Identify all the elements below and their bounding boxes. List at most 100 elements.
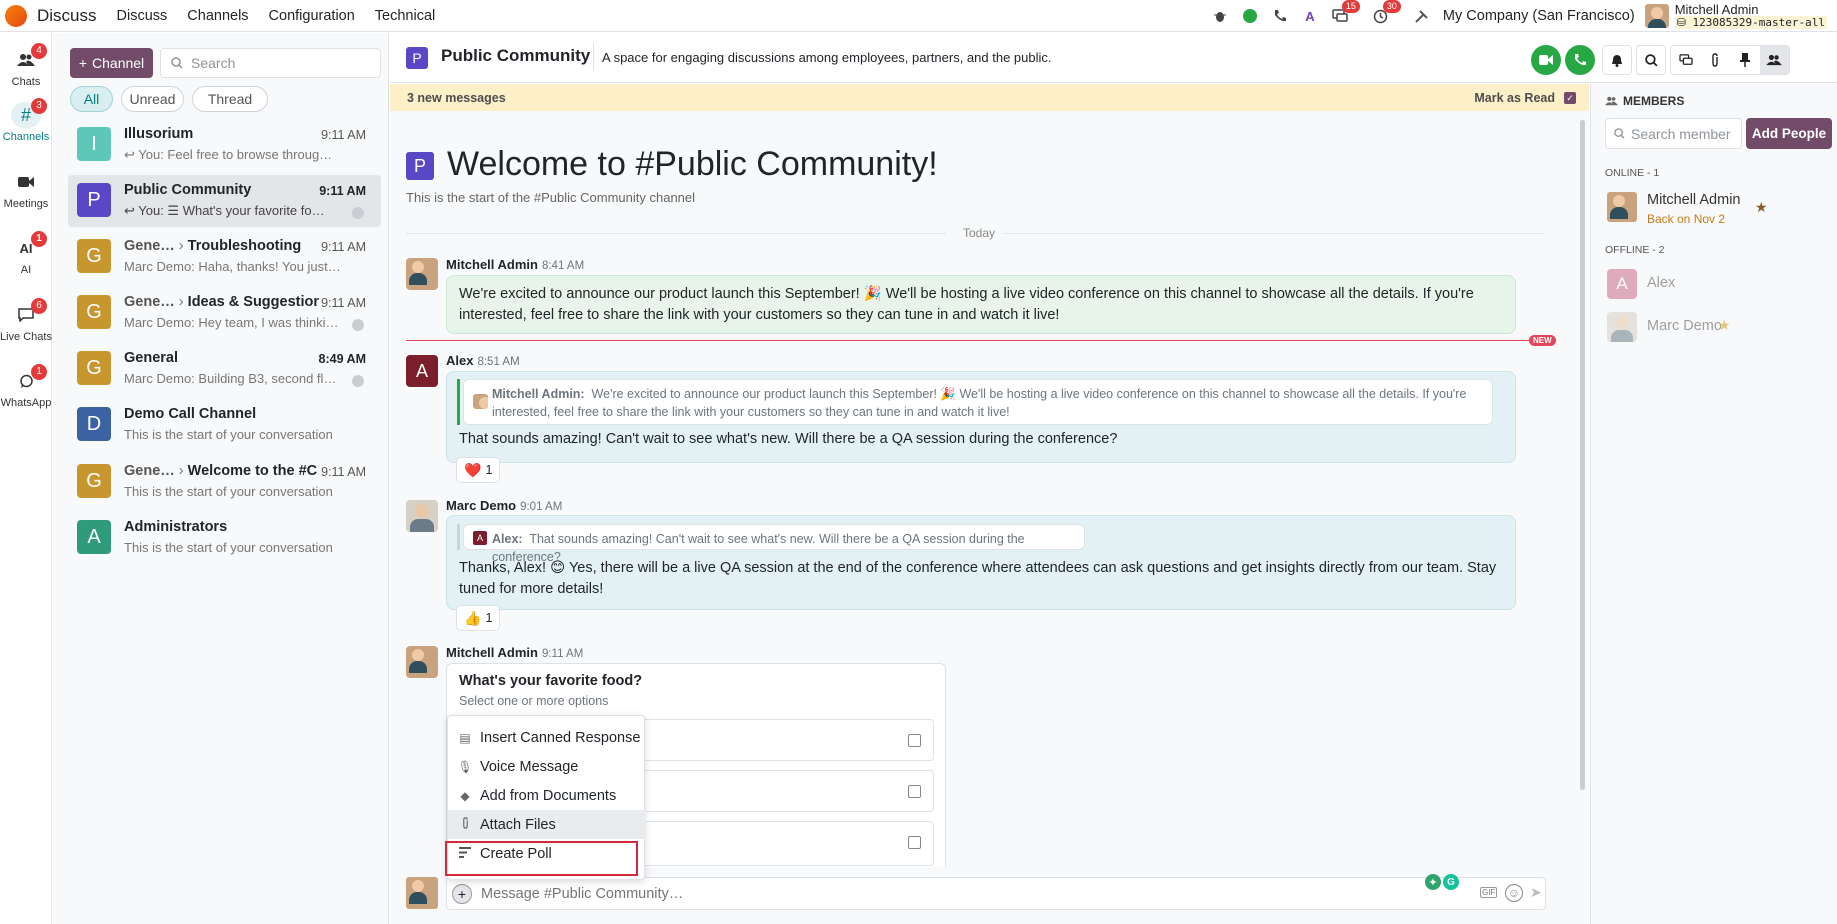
welcome-title: Welcome to #Public Community!	[447, 145, 938, 183]
menu-item-label: Voice Message	[480, 758, 579, 775]
poll-question: What's your favorite food?	[459, 673, 643, 689]
menu-channels[interactable]: Channels	[187, 8, 248, 24]
menu-configuration[interactable]: Configuration	[269, 8, 355, 24]
messages-icon[interactable]: 15	[1328, 0, 1360, 28]
phone-icon[interactable]	[1268, 4, 1292, 28]
channel-avatar: G	[77, 351, 111, 385]
channel-description[interactable]: A space for engaging discussions among e…	[602, 50, 1052, 65]
members-title: MEMBERS	[1605, 94, 1684, 108]
plus-circle-icon: +	[457, 886, 467, 902]
poll-option-checkbox[interactable]	[908, 785, 921, 798]
whatsapp-badge: 1	[31, 364, 47, 380]
conversation-item[interactable]: G Gene… › Ideas & Suggestions 9:11 AM Ma…	[68, 287, 381, 339]
composer-actions-button[interactable]: +	[452, 884, 472, 904]
reaction-thumbs-up[interactable]: 👍 1	[456, 605, 501, 631]
filter-all[interactable]: All	[70, 86, 113, 112]
menu-voice-message[interactable]: 🎙︎ Voice Message	[448, 752, 646, 781]
channel-title[interactable]: Public Community	[441, 46, 590, 66]
rail-whatsapp[interactable]: 1 WhatsApp	[0, 364, 52, 409]
conversation-name: General	[124, 350, 178, 366]
author-name[interactable]: Marc Demo	[446, 498, 516, 513]
new-messages-count[interactable]: 3 new messages	[407, 91, 506, 105]
author-avatar[interactable]	[406, 258, 438, 290]
author-avatar[interactable]	[406, 646, 438, 678]
menu-discuss[interactable]: Discuss	[117, 8, 168, 24]
rail-live-chats[interactable]: 6 Live Chats	[0, 298, 52, 343]
mark-as-read-link[interactable]: Mark as Read	[1474, 91, 1555, 105]
search-messages-button[interactable]	[1636, 45, 1666, 75]
check-icon[interactable]: ✓	[1564, 92, 1576, 104]
reply-quote[interactable]: A Alex: That sounds amazing! Can't wait …	[463, 524, 1085, 564]
user-name: Mitchell Admin	[1674, 2, 1759, 17]
conversation-item[interactable]: D Demo Call Channel This is the start of…	[68, 399, 381, 451]
author-avatar[interactable]: A	[406, 355, 438, 387]
member-list-button[interactable]	[1759, 46, 1789, 74]
threads-button[interactable]	[1671, 46, 1701, 74]
reaction-heart[interactable]: ❤️ 1	[456, 457, 501, 483]
conversation-item[interactable]: A Administrators This is the start of yo…	[68, 512, 381, 564]
rail-channels[interactable]: # 3 Channels	[0, 98, 52, 143]
menu-add-from-documents[interactable]: ◆ Add from Documents	[448, 781, 646, 810]
attachments-button[interactable]	[1701, 46, 1731, 74]
user-menu[interactable]: Mitchell Admin ⛁ 123085329-master-all	[1674, 2, 1827, 29]
conversation-name: Gene… › Welcome to the #C	[124, 463, 318, 479]
chat-icon: 6	[11, 298, 47, 328]
menu-insert-canned-response[interactable]: ▤ Insert Canned Response	[448, 723, 646, 752]
author-name[interactable]: Alex	[446, 353, 473, 368]
menu-technical[interactable]: Technical	[375, 8, 435, 24]
filter-unread[interactable]: Unread	[121, 86, 184, 112]
online-section-label: ONLINE - 1	[1605, 167, 1660, 179]
user-avatar[interactable]	[1644, 4, 1669, 28]
reply-quote[interactable]: Mitchell Admin: We're excited to announc…	[463, 379, 1493, 425]
member-item[interactable]: Marc Demo ★	[1605, 310, 1831, 346]
clock-icon[interactable]: 30	[1369, 0, 1401, 28]
tools-icon[interactable]	[1410, 4, 1434, 28]
channel-avatar: A	[77, 520, 111, 554]
conversation-item[interactable]: G Gene… › Troubleshooting 9:11 AM Marc D…	[68, 231, 381, 283]
grammarly-icon[interactable]: G	[1443, 874, 1459, 890]
member-avatar	[1607, 312, 1637, 342]
thread-scrollbar[interactable]	[1580, 120, 1585, 790]
rail-chats[interactable]: 4 Chats	[0, 43, 52, 88]
reaction-count: 1	[485, 463, 493, 477]
add-channel-button[interactable]: + Channel	[70, 48, 153, 78]
video-call-button[interactable]	[1531, 45, 1561, 75]
send-icon[interactable]: ➤	[1530, 884, 1542, 901]
conversation-name: Public Community	[124, 182, 252, 198]
emoji-icon[interactable]: ☺	[1505, 884, 1523, 902]
conversation-item[interactable]: G Gene… › Welcome to the #C 9:11 AM This…	[68, 456, 381, 508]
conversation-item-active[interactable]: P Public Community 9:11 AM ↩ You: ☰ What…	[68, 175, 381, 227]
company-switcher[interactable]: My Company (San Francisco)	[1443, 8, 1635, 24]
rail-ai[interactable]: AI 1 AI	[0, 231, 52, 276]
sidebar-search-input[interactable]: Search	[160, 48, 381, 78]
poll-option-checkbox[interactable]	[908, 836, 921, 849]
search-icon	[171, 57, 183, 69]
add-people-button[interactable]: Add People	[1746, 118, 1832, 149]
filter-thread[interactable]: Thread	[192, 86, 268, 112]
member-search-placeholder: Search member	[1631, 125, 1731, 142]
menu-attach-files[interactable]: Attach Files	[448, 810, 646, 839]
bug-icon[interactable]	[1208, 4, 1232, 28]
ai-assist-icon[interactable]: ✦	[1425, 874, 1441, 890]
rail-meetings[interactable]: Meetings	[0, 169, 52, 210]
app-name[interactable]: Discuss	[37, 6, 97, 26]
conversation-item[interactable]: I Illusorium 9:11 AM ↩ You: Feel free to…	[68, 119, 381, 171]
message-input[interactable]	[481, 882, 1261, 906]
poll-option-checkbox[interactable]	[908, 734, 921, 747]
author-name[interactable]: Mitchell Admin	[446, 645, 538, 660]
member-item[interactable]: A Alex	[1605, 267, 1831, 303]
message-text: That sounds amazing! Can't wait to see w…	[459, 431, 1118, 447]
gif-icon[interactable]: GIF	[1480, 887, 1498, 898]
conversation-item[interactable]: G General 8:49 AM Marc Demo: Building B3…	[68, 343, 381, 395]
author-avatar[interactable]	[406, 500, 438, 532]
pinned-messages-button[interactable]	[1730, 46, 1760, 74]
status-online-icon[interactable]	[1238, 4, 1262, 28]
notification-settings-button[interactable]	[1602, 45, 1632, 75]
member-name: Alex	[1647, 275, 1676, 291]
author-name[interactable]: Mitchell Admin	[446, 257, 538, 272]
member-search-input[interactable]: Search member	[1605, 118, 1742, 149]
odoo-logo-icon[interactable]	[5, 4, 27, 27]
ai-icon[interactable]: A	[1298, 4, 1322, 28]
member-item[interactable]: Mitchell Admin Back on Nov 2 ★	[1605, 190, 1831, 230]
voice-call-button[interactable]	[1565, 45, 1595, 75]
